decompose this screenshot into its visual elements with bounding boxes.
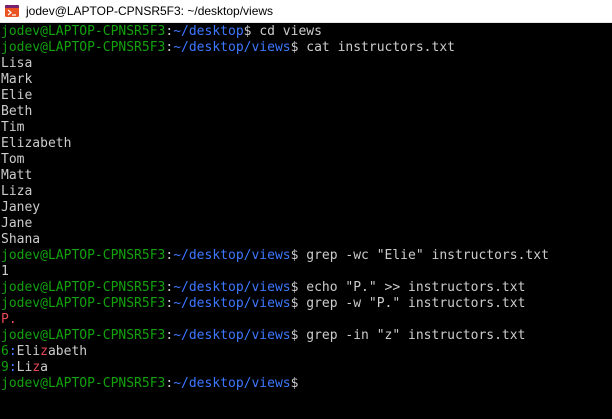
command-text: cat instructors.txt <box>306 40 455 55</box>
match-segment: a <box>40 360 48 375</box>
prompt-user: jodev@LAPTOP-CPNSR5F3 <box>1 248 166 263</box>
output-text: Jane <box>1 216 33 231</box>
output-line: 1 <box>1 264 612 280</box>
terminal-window[interactable]: jodev@LAPTOP-CPNSR5F3: ~/desktop/views j… <box>0 0 612 419</box>
grep-match-line: 9:Liza <box>1 360 612 376</box>
prompt-path: ~/desktop/views <box>173 376 291 391</box>
prompt-user: jodev@LAPTOP-CPNSR5F3 <box>1 296 166 311</box>
prompt-path: ~/desktop <box>173 24 244 39</box>
match-segment: 9 <box>1 360 9 375</box>
match-segment: : <box>8 360 17 375</box>
output-text: Liza <box>1 184 33 199</box>
output-text: Elizabeth <box>1 136 72 151</box>
output-line: Elie <box>1 88 612 104</box>
match-segment: z <box>40 344 48 359</box>
match-segment: abeth <box>47 344 88 359</box>
prompt-path: ~/desktop/views <box>173 248 291 263</box>
command-text: echo "P." >> instructors.txt <box>306 280 526 295</box>
prompt-line: jodev@LAPTOP-CPNSR5F3:~/desktop/views$ g… <box>1 296 612 312</box>
prompt-path: ~/desktop/views <box>173 328 291 343</box>
prompt-line: jodev@LAPTOP-CPNSR5F3:~/desktop/views$ c… <box>1 40 612 56</box>
prompt-symbol: $ <box>290 328 307 343</box>
match-segment: Li <box>16 360 33 375</box>
output-text: 1 <box>1 264 9 279</box>
command-text: grep -w "P." instructors.txt <box>306 296 526 311</box>
output-line: Elizabeth <box>1 136 612 152</box>
output-text: Beth <box>1 104 33 119</box>
output-line: Tim <box>1 120 612 136</box>
command-text: grep -wc "Elie" instructors.txt <box>306 248 549 263</box>
output-text: Tom <box>1 152 25 167</box>
prompt-line: jodev@LAPTOP-CPNSR5F3:~/desktop/views$ g… <box>1 248 612 264</box>
output-text: Shana <box>1 232 41 247</box>
prompt-user: jodev@LAPTOP-CPNSR5F3 <box>1 328 166 343</box>
match-segment: : <box>8 344 17 359</box>
output-line: Jane <box>1 216 612 232</box>
output-line: Lisa <box>1 56 612 72</box>
prompt-user: jodev@LAPTOP-CPNSR5F3 <box>1 40 166 55</box>
title-bar[interactable]: jodev@LAPTOP-CPNSR5F3: ~/desktop/views <box>0 0 612 23</box>
output-text: Janey <box>1 200 41 215</box>
output-text: Tim <box>1 120 25 135</box>
terminal-output[interactable]: jodev@LAPTOP-CPNSR5F3:~/desktop$ cd view… <box>1 24 612 419</box>
prompt-user: jodev@LAPTOP-CPNSR5F3 <box>1 376 166 391</box>
command-text: cd views <box>259 24 322 39</box>
prompt-symbol: $ <box>290 296 307 311</box>
prompt-symbol: $ <box>290 40 307 55</box>
prompt-line: jodev@LAPTOP-CPNSR5F3:~/desktop/views$ <box>1 376 612 392</box>
prompt-symbol: $ <box>290 280 307 295</box>
output-line: Mark <box>1 72 612 88</box>
output-text: Elie <box>1 88 33 103</box>
grep-match-line: 6:Elizabeth <box>1 344 612 360</box>
output-text: Matt <box>1 168 33 183</box>
output-line: Janey <box>1 200 612 216</box>
output-line: Tom <box>1 152 612 168</box>
window-title: jodev@LAPTOP-CPNSR5F3: ~/desktop/views <box>26 4 274 18</box>
prompt-line: jodev@LAPTOP-CPNSR5F3:~/desktop$ cd view… <box>1 24 612 40</box>
prompt-line: jodev@LAPTOP-CPNSR5F3:~/desktop/views$ e… <box>1 280 612 296</box>
match-segment: P. <box>1 312 17 327</box>
output-line: Shana <box>1 232 612 248</box>
output-line: Beth <box>1 104 612 120</box>
prompt-line: jodev@LAPTOP-CPNSR5F3:~/desktop/views$ g… <box>1 328 612 344</box>
output-text: Mark <box>1 72 33 87</box>
match-segment: Eli <box>16 344 41 359</box>
match-segment: z <box>32 360 41 375</box>
prompt-symbol: $ <box>290 376 307 391</box>
grep-match-line: P. <box>1 312 612 328</box>
output-line: Matt <box>1 168 612 184</box>
prompt-symbol: $ <box>243 24 260 39</box>
prompt-user: jodev@LAPTOP-CPNSR5F3 <box>1 280 166 295</box>
prompt-path: ~/desktop/views <box>173 280 291 295</box>
output-line: Liza <box>1 184 612 200</box>
prompt-symbol: $ <box>290 248 307 263</box>
prompt-user: jodev@LAPTOP-CPNSR5F3 <box>1 24 166 39</box>
ubuntu-terminal-icon <box>5 5 19 17</box>
command-text: grep -in "z" instructors.txt <box>306 328 526 343</box>
match-segment: 6 <box>1 344 9 359</box>
prompt-path: ~/desktop/views <box>173 40 291 55</box>
output-text: Lisa <box>1 56 33 71</box>
prompt-path: ~/desktop/views <box>173 296 291 311</box>
